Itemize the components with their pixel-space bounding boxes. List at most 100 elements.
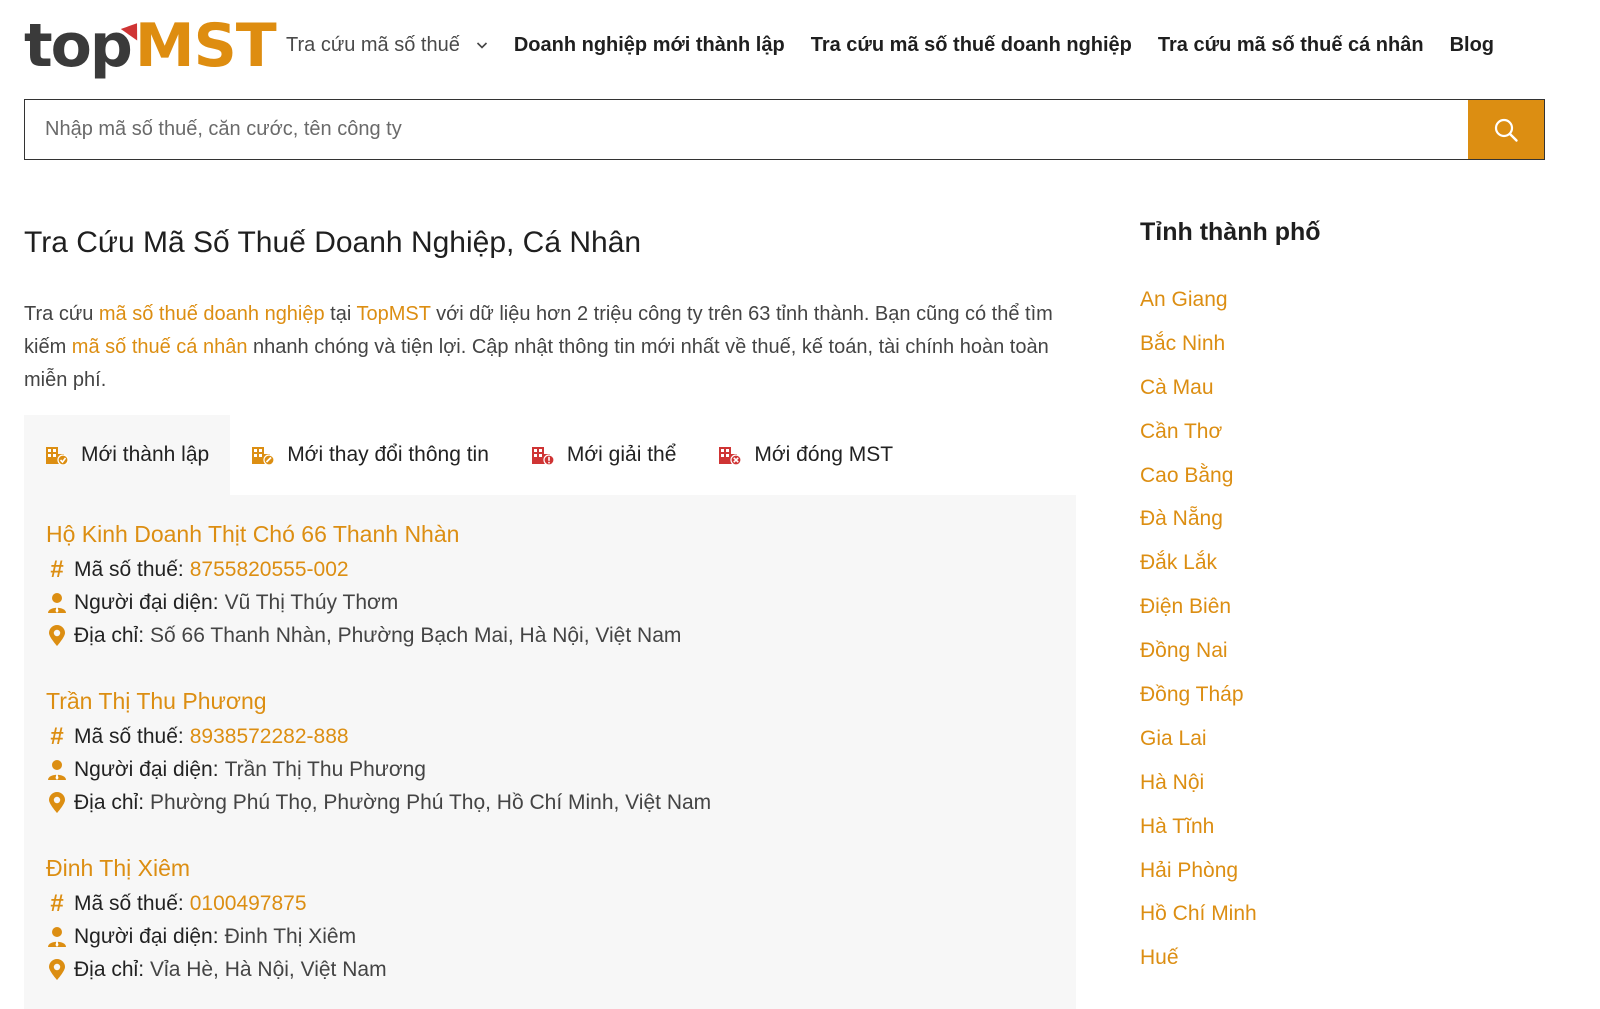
hash-icon: # (50, 890, 64, 917)
province-link[interactable]: Đồng Tháp (1140, 682, 1560, 726)
province-link[interactable]: Hà Nội (1140, 770, 1560, 814)
person-icon (46, 925, 68, 949)
logo-text-top: top (24, 11, 133, 81)
province-link[interactable]: Gia Lai (1140, 726, 1560, 770)
nav-item-business-tax[interactable]: Tra cứu mã số thuế doanh nghiệp (811, 34, 1132, 57)
province-link[interactable]: Cần Thơ (1140, 419, 1560, 463)
company-name-link[interactable]: Trần Thị Thu Phương (46, 688, 267, 714)
building-closed-icon (719, 447, 742, 465)
address-label: Địa chỉ: (74, 624, 145, 647)
tab-dissolved[interactable]: Mới giải thể (510, 415, 697, 495)
tax-label: Mã số thuế: (74, 558, 184, 581)
representative-label: Người đại diện: (74, 591, 219, 614)
province-link[interactable]: Huế (1140, 945, 1560, 989)
tab-label: Mới thay đổi thông tin (287, 443, 489, 466)
person-icon (46, 591, 68, 615)
address-label: Địa chỉ: (74, 791, 145, 814)
intro-paragraph: Tra cứu mã số thuế doanh nghiệp tại TopM… (24, 298, 1076, 397)
address-value: Phường Phú Thọ, Phường Phú Thọ, Hồ Chí M… (150, 791, 712, 814)
tax-id-row: # Mã số thuế: 8755820555-002 (46, 553, 1054, 586)
intro-text: tại (324, 303, 357, 325)
hash-icon: # (50, 723, 64, 750)
province-link[interactable]: Cao Bằng (1140, 463, 1560, 507)
logo-text-mst: MST (120, 16, 277, 76)
main-nav: Tra cứu mã số thuế Doanh nghiệp mới thàn… (286, 30, 1560, 60)
address-row: Địa chỉ: Số 66 Thanh Nhàn, Phường Bạch M… (46, 619, 1054, 652)
company-tabs: Mới thành lập Mới thay đổi thông tin Mới… (24, 415, 1076, 495)
tab-new-established[interactable]: Mới thành lập (24, 415, 231, 495)
tax-id-row: # Mã số thuế: 0100497875 (46, 887, 1054, 920)
map-pin-icon (46, 958, 68, 982)
tax-label: Mã số thuế: (74, 725, 184, 748)
province-sidebar: Tỉnh thành phố An Giang Bắc Ninh Cà Mau … (1140, 212, 1560, 989)
tab-closed-mst[interactable]: Mới đóng MST (697, 415, 914, 495)
province-list: An Giang Bắc Ninh Cà Mau Cần Thơ Cao Bằn… (1140, 287, 1560, 989)
company-item: Hộ Kinh Doanh Thịt Chó 66 Thanh Nhàn # M… (46, 515, 1054, 652)
province-link[interactable]: Đà Nẵng (1140, 506, 1560, 550)
person-icon (46, 758, 68, 782)
link-business-tax[interactable]: mã số thuế doanh nghiệp (99, 303, 325, 325)
representative-value: Đinh Thị Xiêm (224, 925, 357, 948)
nav-item-tax-lookup[interactable]: Tra cứu mã số thuế (286, 34, 488, 57)
address-row: Địa chỉ: Phường Phú Thọ, Phường Phú Thọ,… (46, 786, 1054, 819)
tab-label: Mới đóng MST (754, 443, 894, 466)
company-name-link[interactable]: Đinh Thị Xiêm (46, 855, 190, 881)
address-row: Địa chỉ: Vỉa Hè, Hà Nội, Việt Nam (46, 953, 1054, 986)
address-value: Vỉa Hè, Hà Nội, Việt Nam (150, 958, 387, 981)
province-link[interactable]: Cà Mau (1140, 375, 1560, 419)
company-list-panel: Hộ Kinh Doanh Thịt Chó 66 Thanh Nhàn # M… (24, 495, 1076, 1009)
province-link[interactable]: Hà Tĩnh (1140, 814, 1560, 858)
tab-info-changed[interactable]: Mới thay đổi thông tin (230, 415, 510, 495)
nav-item-blog[interactable]: Blog (1450, 34, 1494, 57)
province-link[interactable]: Đắk Lắk (1140, 550, 1560, 594)
province-link[interactable]: An Giang (1140, 287, 1560, 331)
representative-row: Người đại diện: Đinh Thị Xiêm (46, 920, 1054, 953)
sidebar-title: Tỉnh thành phố (1140, 218, 1321, 246)
site-header: top MST Tra cứu mã số thuế Doanh nghiệp … (0, 0, 1600, 92)
nav-item-new-businesses[interactable]: Doanh nghiệp mới thành lập (514, 34, 785, 57)
intro-text: Tra cứu (24, 303, 99, 325)
tax-label: Mã số thuế: (74, 892, 184, 915)
representative-row: Người đại diện: Vũ Thị Thúy Thơm (46, 586, 1054, 619)
building-edit-icon (252, 447, 275, 465)
search-icon (1494, 118, 1518, 142)
tax-id-link[interactable]: 8755820555-002 (190, 553, 349, 586)
province-link[interactable]: Bắc Ninh (1140, 331, 1560, 375)
tab-label: Mới thành lập (81, 443, 210, 466)
province-link[interactable]: Hải Phòng (1140, 858, 1560, 902)
link-topmst[interactable]: TopMST (357, 303, 431, 325)
representative-label: Người đại diện: (74, 758, 219, 781)
address-label: Địa chỉ: (74, 958, 145, 981)
representative-label: Người đại diện: (74, 925, 219, 948)
province-link[interactable]: Điện Biên (1140, 594, 1560, 638)
address-value: Số 66 Thanh Nhàn, Phường Bạch Mai, Hà Nộ… (150, 624, 682, 647)
tab-label: Mới giải thể (566, 443, 677, 466)
map-pin-icon (46, 791, 68, 815)
nav-item-personal-tax[interactable]: Tra cứu mã số thuế cá nhân (1158, 34, 1424, 57)
main-content: Tra Cứu Mã Số Thuế Doanh Nghiệp, Cá Nhân… (24, 222, 1076, 397)
company-item: Trần Thị Thu Phương # Mã số thuế: 893857… (46, 682, 1054, 819)
search-input[interactable] (25, 100, 1468, 159)
representative-value: Vũ Thị Thúy Thơm (224, 591, 399, 614)
chevron-down-icon (476, 42, 487, 49)
search-button[interactable] (1468, 100, 1544, 159)
hash-icon: # (50, 556, 64, 583)
site-logo[interactable]: top MST (24, 8, 277, 84)
map-pin-icon (46, 624, 68, 648)
company-item: Đinh Thị Xiêm # Mã số thuế: 0100497875 N… (46, 849, 1054, 986)
representative-row: Người đại diện: Trần Thị Thu Phương (46, 753, 1054, 786)
province-link[interactable]: Hồ Chí Minh (1140, 901, 1560, 945)
nav-item-label: Tra cứu mã số thuế (286, 33, 460, 56)
building-alert-icon (531, 447, 555, 465)
tax-id-link[interactable]: 8938572282-888 (190, 720, 349, 753)
tax-id-link[interactable]: 0100497875 (190, 887, 307, 920)
province-link[interactable]: Đồng Nai (1140, 638, 1560, 682)
logo-text-mst-label: MST (134, 11, 277, 81)
link-personal-tax[interactable]: mã số thuế cá nhân (72, 336, 248, 358)
representative-value: Trần Thị Thu Phương (224, 758, 426, 781)
tax-id-row: # Mã số thuế: 8938572282-888 (46, 720, 1054, 753)
page-title: Tra Cứu Mã Số Thuế Doanh Nghiệp, Cá Nhân (24, 226, 642, 259)
company-name-link[interactable]: Hộ Kinh Doanh Thịt Chó 66 Thanh Nhàn (46, 521, 459, 547)
building-new-icon (46, 447, 69, 465)
search-bar (24, 99, 1545, 160)
